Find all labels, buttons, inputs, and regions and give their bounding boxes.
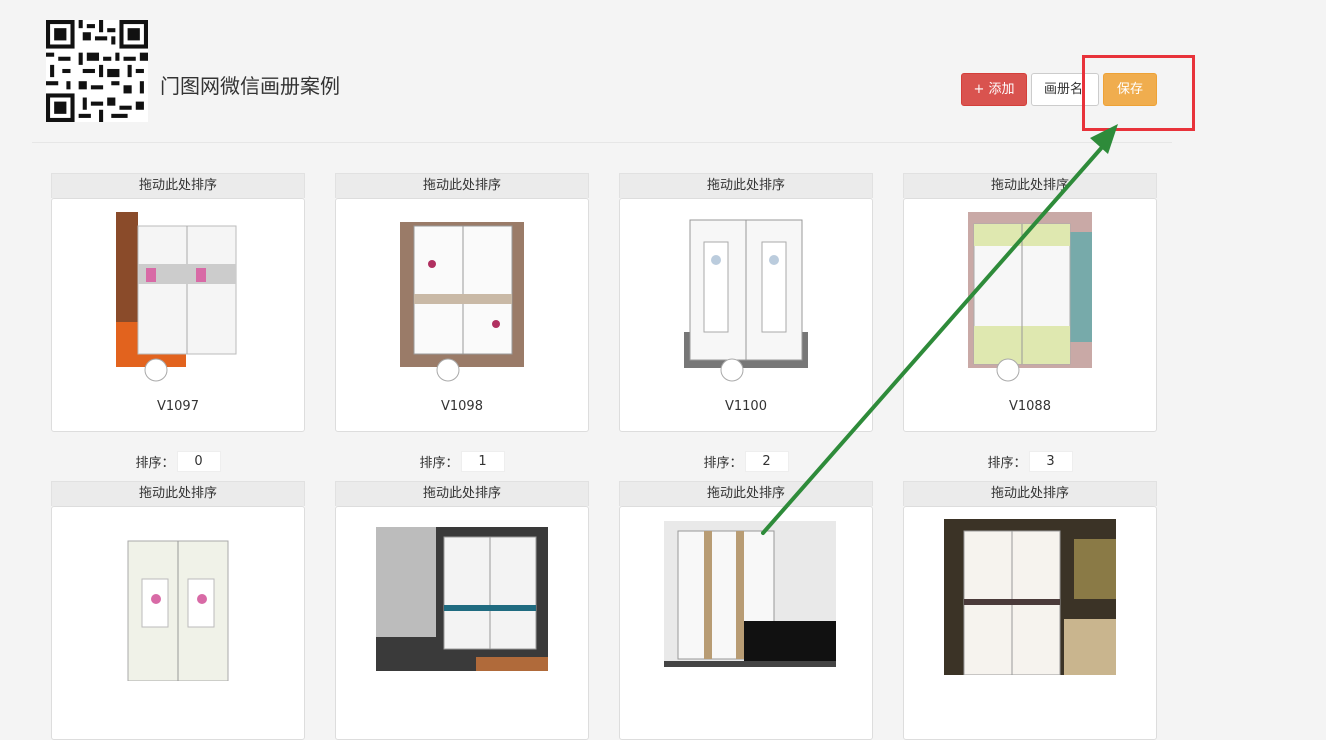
card-body[interactable]: V1088: [903, 198, 1157, 432]
drag-handle[interactable]: 拖动此处排序: [335, 481, 589, 506]
wardrobe-thumbnail: [664, 521, 836, 667]
drag-handle[interactable]: 拖动此处排序: [903, 481, 1157, 506]
wardrobe-thumbnail: [116, 212, 240, 384]
wardrobe-thumbnail: [968, 212, 1092, 384]
sort-input[interactable]: 3: [1028, 451, 1073, 472]
header-divider: [32, 142, 1172, 143]
album-card: 拖动此处排序 V1097: [51, 173, 305, 432]
wardrobe-thumbnail: [116, 521, 240, 681]
sort-row: 排序： 3: [903, 451, 1157, 472]
album-name-button[interactable]: 画册名: [1031, 73, 1099, 106]
sort-input[interactable]: 2: [744, 451, 789, 472]
drag-handle[interactable]: 拖动此处排序: [619, 481, 873, 506]
card-body[interactable]: [51, 506, 305, 740]
qr-code-image: [46, 20, 148, 122]
sort-label: 排序：: [703, 456, 743, 471]
album-card: 拖动此处排序 V1088: [903, 173, 1157, 432]
card-body[interactable]: V1100: [619, 198, 873, 432]
sort-row: 排序： 2: [619, 451, 873, 472]
album-card: 拖动此处排序: [51, 481, 305, 740]
album-card: 拖动此处排序: [335, 481, 589, 740]
drag-handle[interactable]: 拖动此处排序: [51, 173, 305, 198]
card-body[interactable]: V1097: [51, 198, 305, 432]
card-body[interactable]: [335, 506, 589, 740]
wardrobe-thumbnail: [944, 519, 1116, 675]
wardrobe-thumbnail: [376, 527, 548, 671]
sort-input[interactable]: 1: [460, 451, 505, 472]
album-card: 拖动此处排序: [903, 481, 1157, 740]
card-body[interactable]: [903, 506, 1157, 740]
card-name: V1088: [1009, 399, 1051, 414]
sort-label: 排序：: [987, 456, 1027, 471]
wardrobe-thumbnail: [400, 212, 524, 384]
card-name: V1100: [725, 399, 767, 414]
card-name: V1098: [441, 399, 483, 414]
album-card: 拖动此处排序 V1098: [335, 173, 589, 432]
drag-handle[interactable]: 拖动此处排序: [903, 173, 1157, 198]
album-card: 拖动此处排序: [619, 481, 873, 740]
wardrobe-thumbnail: [684, 212, 808, 384]
card-body[interactable]: [619, 506, 873, 740]
drag-handle[interactable]: 拖动此处排序: [51, 481, 305, 506]
album-card: 拖动此处排序 V1100: [619, 173, 873, 432]
sort-label: 排序：: [135, 456, 175, 471]
save-button[interactable]: 保存: [1103, 73, 1157, 106]
sort-row: 排序： 1: [335, 451, 589, 472]
card-name: V1097: [157, 399, 199, 414]
drag-handle[interactable]: 拖动此处排序: [335, 173, 589, 198]
sort-input[interactable]: 0: [176, 451, 221, 472]
sort-row: 排序： 0: [51, 451, 305, 472]
add-button[interactable]: + 添加: [961, 73, 1027, 106]
card-body[interactable]: V1098: [335, 198, 589, 432]
page-title: 门图网微信画册案例: [160, 74, 340, 98]
drag-handle[interactable]: 拖动此处排序: [619, 173, 873, 198]
sort-label: 排序：: [419, 456, 459, 471]
